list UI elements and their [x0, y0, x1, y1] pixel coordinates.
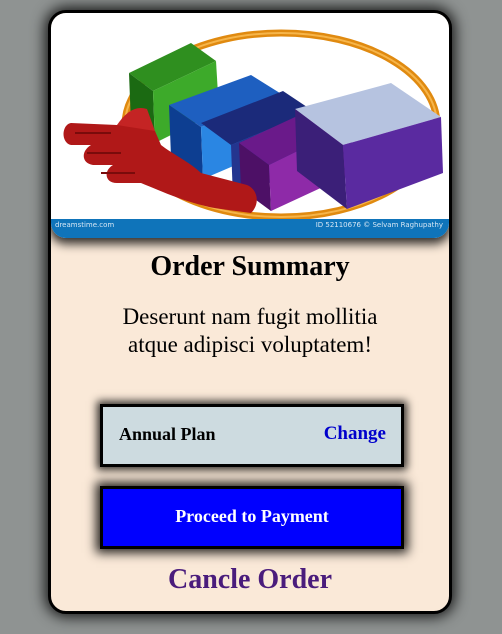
order-summary-card: dreamstime.com ID 52110676 © Selvam Ragh… — [48, 10, 452, 614]
watermark-left-text: dreamstime.com — [55, 221, 115, 229]
page-title: Order Summary — [150, 251, 350, 282]
watermark-strip: dreamstime.com ID 52110676 © Selvam Ragh… — [51, 219, 449, 238]
cancel-order-link[interactable]: Cancle Order — [51, 564, 449, 596]
watermark-right-text: ID 52110676 © Selvam Raghupathy — [315, 221, 443, 229]
books-illustration — [63, 29, 443, 221]
change-plan-link[interactable]: Change — [324, 423, 386, 445]
order-description: Deserunt nam fugit mollitia atque adipis… — [122, 304, 378, 357]
proceed-to-payment-button[interactable]: Proceed to Payment — [100, 486, 404, 549]
plan-summary-box: Annual Plan Change — [100, 404, 404, 467]
plan-name-label: Annual Plan — [119, 424, 216, 444]
hero-image: dreamstime.com ID 52110676 © Selvam Ragh… — [51, 13, 449, 238]
